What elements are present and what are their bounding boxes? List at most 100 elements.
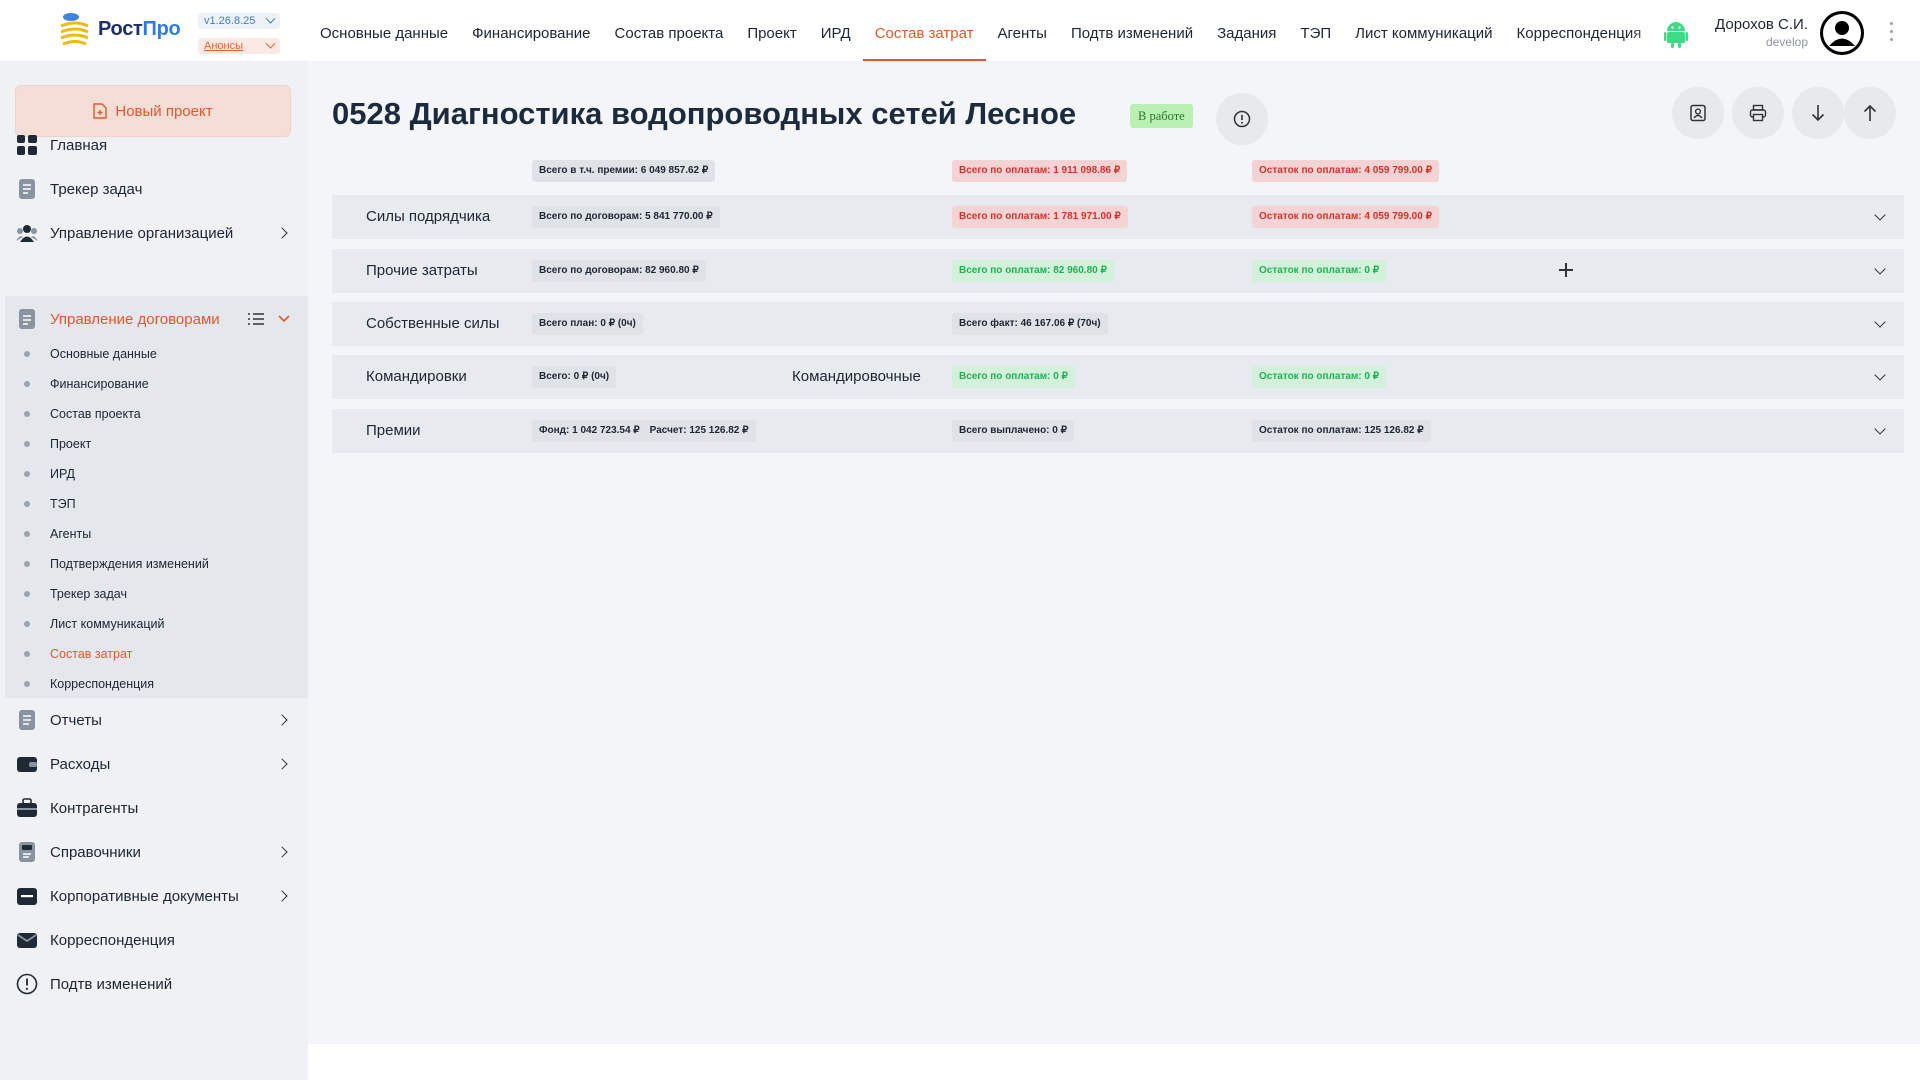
sidebar-sub-financing[interactable]: Финансирование [0,369,300,399]
tab-tasks[interactable]: Задания [1205,0,1288,61]
app-logo[interactable]: РостПро [58,10,188,50]
sidebar-item-correspondence[interactable]: Корреспонденция [0,918,308,962]
tab-communications[interactable]: Лист коммуникаций [1343,0,1504,61]
sidebar-item-label: Управление организацией [50,224,234,242]
project-info-button[interactable] [1216,93,1268,145]
trips-total-chip: Всего: 0 ₽ (0ч) [532,366,617,388]
logo-icon [60,13,89,46]
sidebar-item-reports[interactable]: Отчеты [0,698,308,742]
sidebar-item-contracts[interactable]: Управление договорами [0,297,308,341]
chevron-down-icon[interactable] [1874,316,1886,328]
sidebar-sub-change-confirmations[interactable]: Подтверждения изменений [0,549,300,579]
cost-row-contractor[interactable]: Силы подрядчика Всего по договорам: 5 84… [332,195,1904,239]
sidebar-item-label: Контрагенты [50,799,139,817]
bullet-icon [24,621,30,627]
sub-item-label: Основные данные [50,347,157,361]
sidebar-sub-agents[interactable]: Агенты [0,519,300,549]
android-icon[interactable] [1664,20,1688,48]
sidebar-item-label: Корпоративные документы [50,887,239,905]
mail-icon [17,933,37,948]
chevron-down-icon[interactable] [1874,423,1886,435]
dashboard-icon [17,135,37,155]
contracts-icon [19,309,35,329]
briefcase-icon [17,798,37,817]
fact-total-chip: Всего факт: 46 167.06 ₽ (70ч) [952,313,1108,335]
news-select[interactable]: Анонсы [198,38,280,54]
row-title: Премии [366,422,421,439]
sidebar-item-expenses[interactable]: Расходы [0,742,308,786]
total-paid-chip: Всего по оплатам: 1 911 098.86 ₽ [952,160,1128,182]
sidebar-item-corporate-docs[interactable]: Корпоративные документы [0,874,308,918]
bullet-icon [24,351,30,357]
chevron-down-icon[interactable] [1874,369,1886,381]
tab-project[interactable]: Проект [735,0,808,61]
footer-area [308,1044,1920,1080]
organization-icon [16,225,38,242]
sidebar-item-counterparties[interactable]: Контрагенты [0,786,308,830]
sub-item-label: Финансирование [50,377,149,391]
paid-total-chip: Всего по оплатам: 0 ₽ [952,366,1075,388]
list-icon[interactable] [248,312,264,326]
tab-financing[interactable]: Финансирование [460,0,602,61]
bullet-icon [24,531,30,537]
bullet-icon [24,561,30,567]
sidebar-item-label: Отчеты [50,711,102,729]
plan-total-chip: Всего план: 0 ₽ (0ч) [532,313,643,335]
sidebar-sub-cost-composition[interactable]: Состав затрат [0,639,300,669]
sidebar-item-references[interactable]: Справочники [0,830,308,874]
plus-icon[interactable] [1558,262,1574,278]
sidebar-item-change-confirmations[interactable]: Подтв изменений [0,962,308,1006]
more-menu-icon[interactable] [1890,22,1894,44]
chevron-down-icon[interactable] [1874,263,1886,275]
cost-row-other[interactable]: Прочие затраты Всего по договорам: 82 96… [332,249,1904,293]
sidebar-item-label: Подтв изменений [50,975,173,993]
version-label: v1.26.8.25 [204,15,256,27]
tab-agents[interactable]: Агенты [986,0,1059,61]
cost-row-own[interactable]: Собственные силы Всего план: 0 ₽ (0ч) Вс… [332,302,1904,346]
sidebar-sub-task-tracker[interactable]: Трекер задач [0,579,300,609]
user-info[interactable]: Дорохов С.И. develop [1700,16,1808,49]
contracts-total-chip: Всего по договорам: 82 960.80 ₽ [532,260,706,282]
sidebar-sub-correspondence[interactable]: Корреспонденция [0,669,300,699]
chevron-right-icon [276,227,288,239]
sub-item-label: Агенты [50,527,92,541]
contact-card-button[interactable] [1672,87,1724,139]
sidebar-item-label: Управление договорами [50,310,220,328]
tab-change-confirmations[interactable]: Подтв изменений [1059,0,1205,61]
sidebar-item-organization[interactable]: Управление организацией [0,211,308,255]
chevron-down-icon[interactable] [278,315,290,323]
tab-tep[interactable]: ТЭП [1288,0,1343,61]
sidebar-item-label: Главная [50,136,108,154]
print-button[interactable] [1732,87,1784,139]
sidebar-sub-main-data[interactable]: Основные данные [0,339,300,369]
sidebar-sub-project[interactable]: Проект [0,429,300,459]
sidebar: Новый проект Главная Трекер задач Управл… [0,61,308,1080]
avatar[interactable] [1820,11,1864,55]
sidebar-sub-ird[interactable]: ИРД [0,459,300,489]
cost-row-trips[interactable]: Командировки Всего: 0 ₽ (0ч) Командирово… [332,355,1904,399]
scroll-down-button[interactable] [1792,87,1844,139]
tab-ird[interactable]: ИРД [809,0,863,61]
sub-item-label: ТЭП [50,497,76,511]
sidebar-sub-communications[interactable]: Лист коммуникаций [0,609,300,639]
tab-project-composition[interactable]: Состав проекта [603,0,736,61]
chevron-down-icon[interactable] [1874,209,1886,221]
scroll-up-button[interactable] [1844,87,1896,139]
reference-book-icon [19,842,35,862]
logo-text: РостПро [98,18,181,40]
sidebar-item-task-tracker[interactable]: Трекер задач [0,167,308,211]
sidebar-sub-tep[interactable]: ТЭП [0,489,300,519]
user-name: Дорохов С.И. [1715,16,1808,33]
sidebar-sub-project-composition[interactable]: Состав проекта [0,399,300,429]
version-select[interactable]: v1.26.8.25 [198,13,280,29]
tab-main-data[interactable]: Основные данные [308,0,460,61]
tab-cost-composition[interactable]: Состав затрат [862,0,986,61]
cost-row-bonus[interactable]: Премии Фонд: 1 042 723.54 ₽ Расчет: 125 1… [332,409,1904,453]
sub-item-label: Проект [50,437,92,451]
sub-item-label: Корреспонденция [50,677,155,691]
remaining-chip: Остаток по оплатам: 4 059 799.00 ₽ [1252,206,1439,228]
fund-value: Фонд: 1 042 723.54 ₽ [539,425,640,436]
wallet-icon [17,757,37,772]
chevron-down-icon [265,13,276,24]
sidebar-item-home[interactable]: Главная [0,123,308,167]
